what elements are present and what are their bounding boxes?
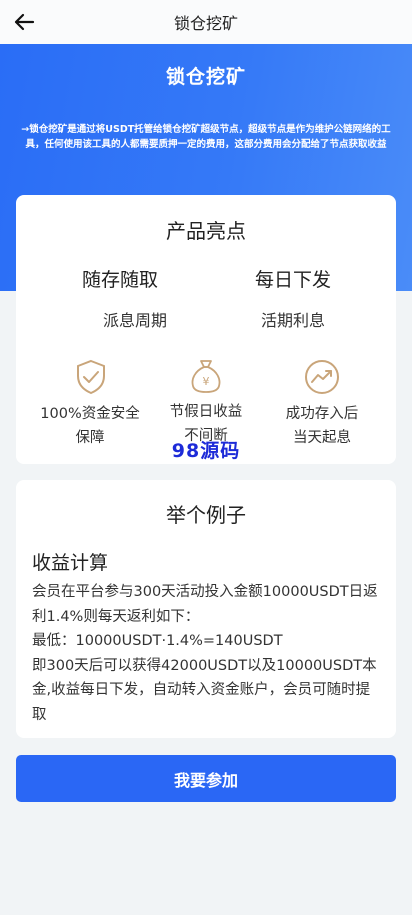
page-title: 锁仓挖矿 [173, 14, 238, 33]
example-card: 举个例子 收益计算 会员在平台参与300天活动投入金额10000USDT日返利1… [16, 480, 396, 738]
calc-line: 会员在平台参与300天活动投入金额10000USDT日返利1.4%则每天返利如下… [32, 584, 378, 625]
hero-description: →锁仓挖矿是通过将USDT托管给锁仓挖矿超级节点，超级节点是作为维护公链网络的工… [21, 124, 391, 150]
shield-check-icon [72, 358, 110, 396]
calc-line: 最低：10000USDT·1.4%=140USDT [32, 633, 283, 649]
highlights-title: 产品亮点 [166, 219, 246, 243]
feature-daily-payout: 每日下发 [254, 269, 331, 291]
join-button[interactable]: 我要参加 [16, 755, 396, 802]
svg-text:¥: ¥ [203, 375, 210, 388]
calc-line: 即300天后可以获得42000USDT以及10000USDT本金,收益每日下发，… [32, 657, 377, 723]
feature-current-interest: 活期利息 [260, 311, 325, 330]
feature-deposit-withdraw: 随存随取 [81, 269, 158, 291]
watermark-text: 98源码 [171, 440, 241, 462]
calc-description: 会员在平台参与300天活动投入金额10000USDT日返利1.4%则每天返利如下… [32, 580, 382, 727]
feature-dividend-cycle: 派息周期 [102, 311, 167, 330]
calc-title: 收益计算 [32, 552, 109, 574]
top-bar: 锁仓挖矿 [0, 0, 412, 44]
money-bag-icon: ¥ [187, 357, 225, 395]
hero-title: 锁仓挖矿 [165, 66, 246, 88]
highlights-card: 产品亮点 随存随取 每日下发 派息周期 活期利息 ¥ 100%资金安全 保障 节… [16, 195, 396, 464]
trend-up-icon [303, 358, 341, 396]
arrow-left-icon [14, 13, 35, 31]
example-title: 举个例子 [166, 503, 246, 527]
back-button[interactable] [10, 8, 38, 36]
